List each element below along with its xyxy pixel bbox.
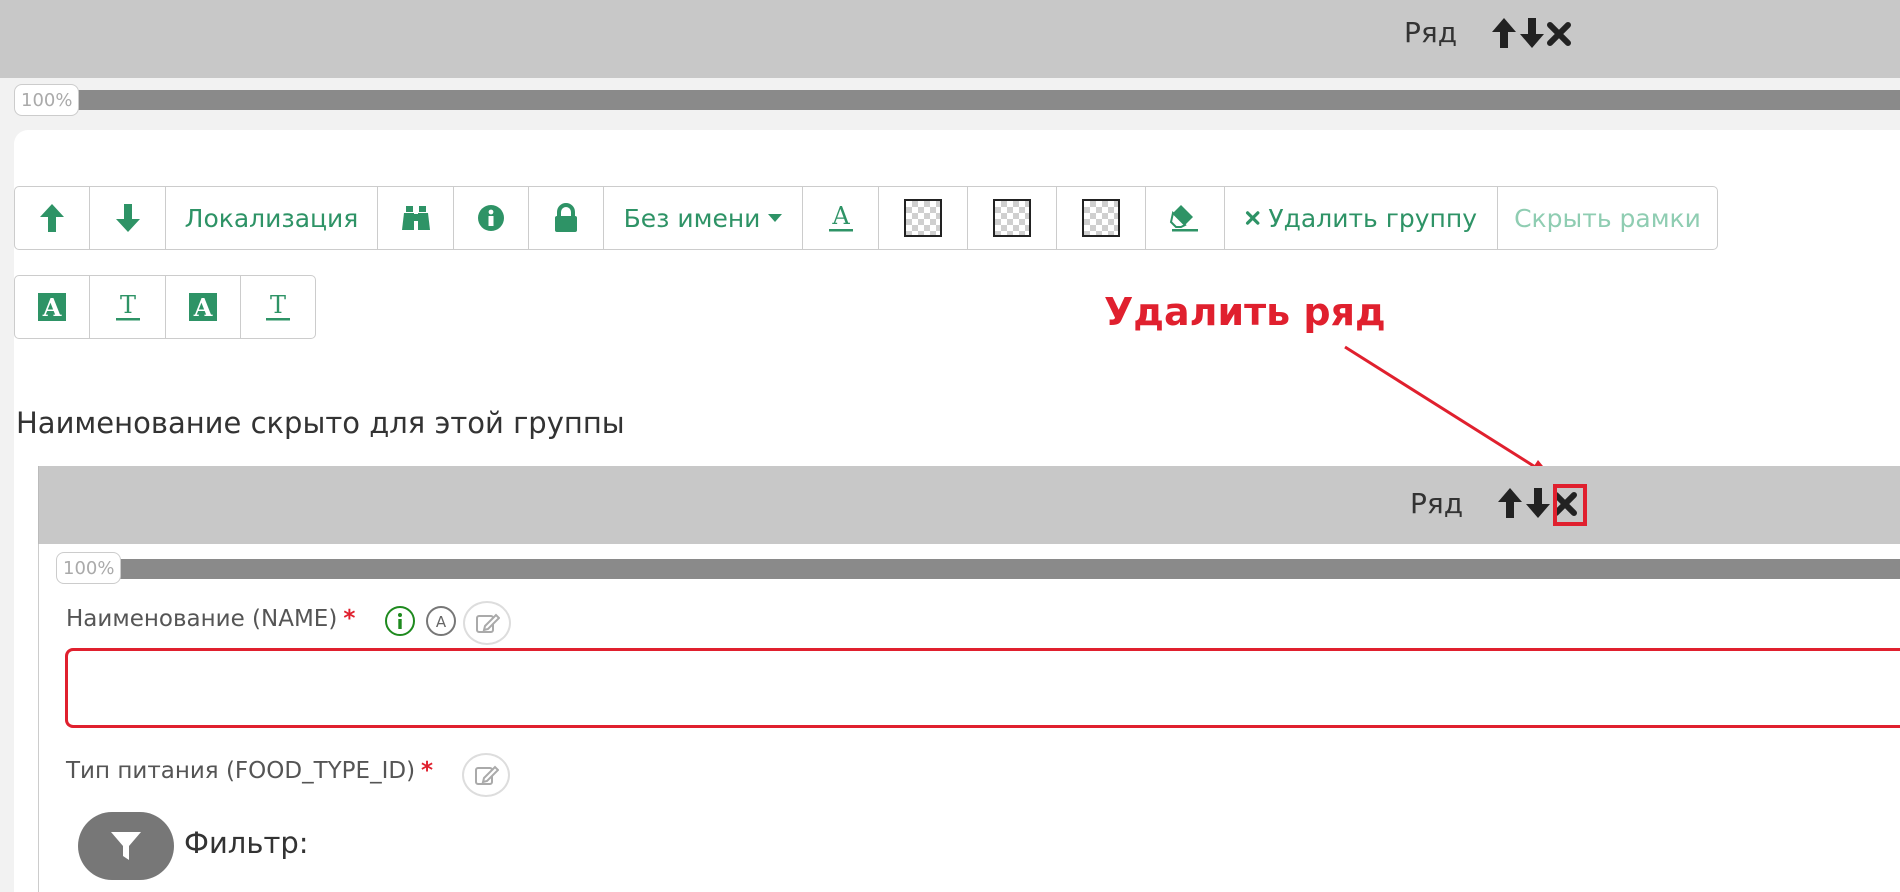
move-row-down-icon[interactable] <box>1524 486 1552 520</box>
field-localization-icon[interactable]: A <box>426 606 456 636</box>
filter-icon <box>111 832 141 860</box>
inner-row-header <box>38 466 1900 544</box>
field-info-icon[interactable] <box>385 606 415 636</box>
edit-field-icon[interactable] <box>463 601 511 645</box>
required-mark: * <box>421 758 434 784</box>
svg-text:A: A <box>436 613 447 631</box>
name-input[interactable] <box>65 648 1900 728</box>
group-name-hidden-note: Наименование скрыто для этой группы <box>16 406 625 440</box>
inner-progress-badge: 100% <box>56 552 122 584</box>
food-type-field-label-text: Тип питания (FOOD_TYPE_ID) <box>66 758 416 784</box>
inner-progress-bar <box>120 559 1900 579</box>
filter-label: Фильтр: <box>184 826 309 860</box>
food-type-field-label: Тип питания (FOOD_TYPE_ID) * <box>66 758 433 784</box>
filter-button[interactable] <box>78 812 174 880</box>
name-field-label: Наименование (NAME) * <box>66 606 355 632</box>
edit-field-icon[interactable] <box>462 753 510 797</box>
move-row-up-icon[interactable] <box>1496 486 1524 520</box>
inner-row-label: Ряд <box>1410 487 1464 520</box>
name-field-label-text: Наименование (NAME) <box>66 606 338 632</box>
required-mark: * <box>343 606 356 632</box>
delete-row-highlight <box>1553 484 1587 526</box>
